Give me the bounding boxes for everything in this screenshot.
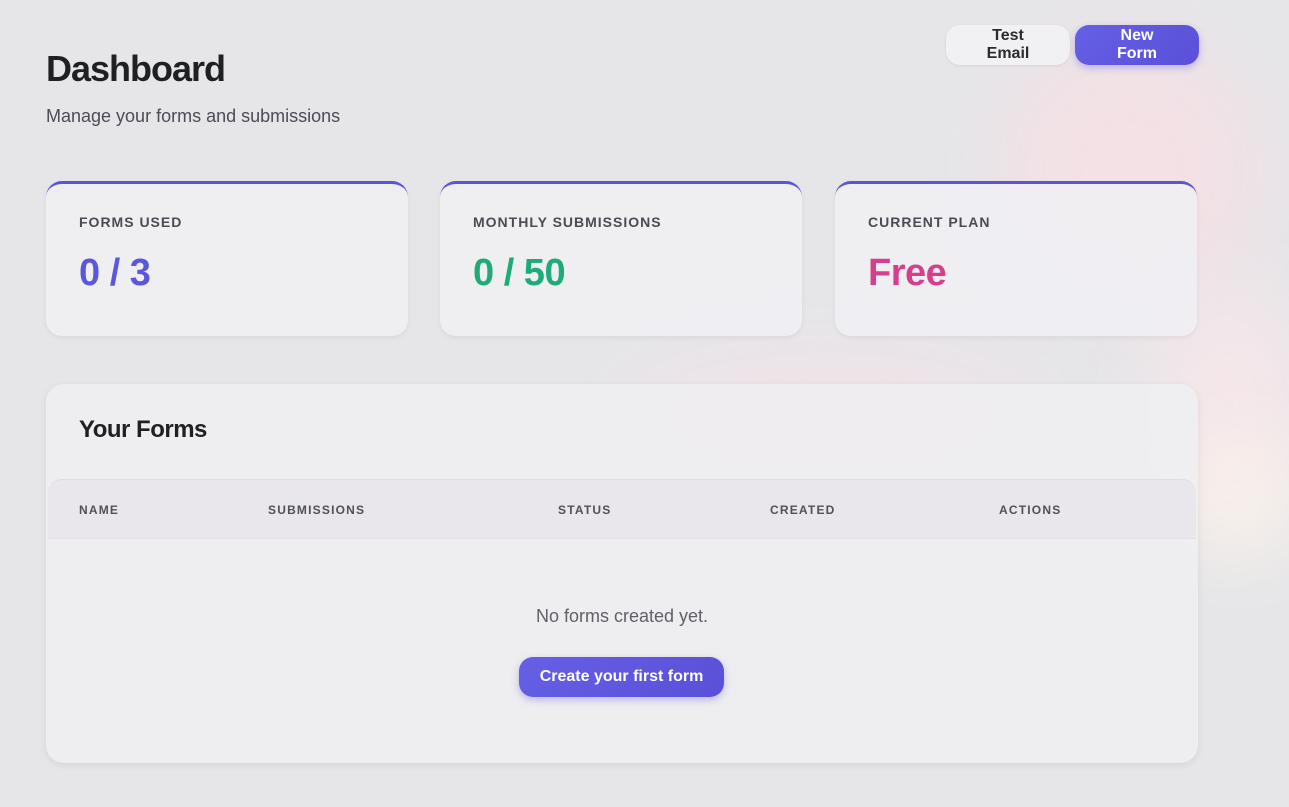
column-header-name: NAME [79,503,120,517]
column-header-submissions: SUBMISSIONS [268,503,366,517]
empty-state-message: No forms created yet. [535,606,709,626]
forms-table-header: NAME SUBMISSIONS STATUS CREATED ACTIONS [48,479,1196,539]
stat-label: CURRENT PLAN [868,214,991,230]
page-title: Dashboard [46,48,226,89]
test-email-button[interactable]: Test Email [946,25,1070,65]
forms-panel: Your Forms NAME SUBMISSIONS STATUS CREAT… [46,384,1198,763]
header-actions: Test Email New Form [946,25,1199,65]
stat-card-forms-used: FORMS USED 0 / 3 [46,181,408,336]
page-subtitle: Manage your forms and submissions [46,106,341,126]
stat-value: Free [868,252,947,294]
stat-card-monthly-submissions: MONTHLY SUBMISSIONS 0 / 50 [440,181,802,336]
dashboard-page: Dashboard Manage your forms and submissi… [0,0,1289,807]
stat-value: 0 / 3 [79,252,151,294]
column-header-status: STATUS [558,503,612,517]
column-header-created: CREATED [770,503,836,517]
stat-label: FORMS USED [79,214,183,230]
new-form-button[interactable]: New Form [1075,25,1199,65]
column-header-actions: ACTIONS [999,503,1062,517]
stat-card-current-plan: CURRENT PLAN Free [835,181,1197,336]
create-first-form-button[interactable]: Create your first form [519,657,724,697]
stat-value: 0 / 50 [473,252,566,294]
forms-panel-title: Your Forms [79,416,207,443]
stat-label: MONTHLY SUBMISSIONS [473,214,662,230]
